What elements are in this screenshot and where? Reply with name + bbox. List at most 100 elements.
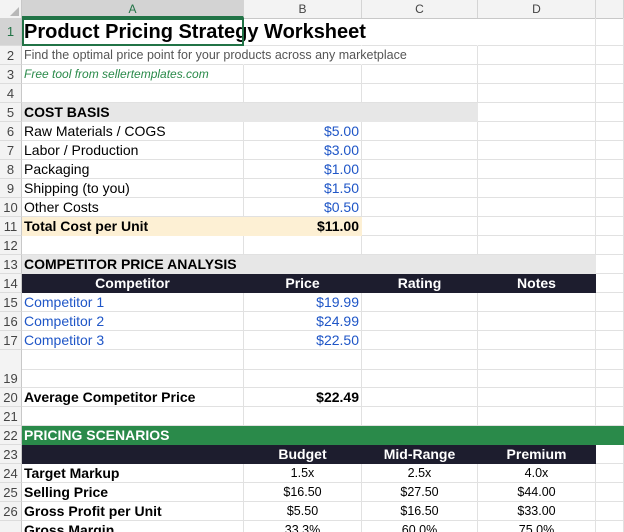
competitor-name[interactable]: Competitor 1 bbox=[22, 293, 244, 312]
cell[interactable] bbox=[362, 369, 478, 388]
row-number[interactable]: 8 bbox=[0, 160, 22, 179]
row-number[interactable]: 2 bbox=[0, 46, 22, 65]
cell[interactable] bbox=[244, 65, 362, 84]
notes-column-header[interactable]: Notes bbox=[478, 274, 596, 293]
cell[interactable] bbox=[478, 103, 596, 122]
competitor-rating[interactable] bbox=[362, 331, 478, 350]
average-competitor-label[interactable]: Average Competitor Price bbox=[22, 388, 244, 407]
cell[interactable] bbox=[596, 217, 624, 236]
cell[interactable] bbox=[478, 46, 596, 65]
cell[interactable] bbox=[244, 350, 362, 370]
price-column-header[interactable]: Price bbox=[244, 274, 362, 293]
cell[interactable] bbox=[596, 407, 624, 426]
scenario-row-label[interactable]: Gross Margin bbox=[22, 521, 244, 532]
cell[interactable] bbox=[596, 274, 624, 293]
cell[interactable] bbox=[362, 103, 478, 122]
cell[interactable] bbox=[596, 65, 624, 84]
sheet-subtitle[interactable]: Find the optimal price point for your pr… bbox=[22, 46, 407, 65]
row-number[interactable]: 23 bbox=[0, 445, 22, 464]
scenario-row-label[interactable]: Gross Profit per Unit bbox=[22, 502, 244, 521]
row-number[interactable]: 4 bbox=[0, 84, 22, 103]
row-number[interactable]: 21 bbox=[0, 407, 22, 426]
cell[interactable] bbox=[22, 350, 244, 370]
cell[interactable] bbox=[478, 18, 596, 46]
row-number[interactable]: 25 bbox=[0, 483, 22, 502]
cell[interactable] bbox=[596, 84, 624, 103]
row-number[interactable]: 12 bbox=[0, 236, 22, 255]
competitor-price[interactable]: $24.99 bbox=[244, 312, 362, 331]
cell[interactable] bbox=[362, 122, 478, 141]
cell[interactable] bbox=[596, 198, 624, 217]
premium-column-header[interactable]: Premium bbox=[478, 445, 596, 464]
column-header-a[interactable]: A bbox=[22, 0, 244, 18]
row-number[interactable]: 7 bbox=[0, 141, 22, 160]
cell[interactable] bbox=[478, 369, 596, 388]
cell[interactable] bbox=[244, 46, 362, 65]
row-number[interactable]: 13 bbox=[0, 255, 22, 274]
cell[interactable] bbox=[478, 84, 596, 103]
cost-item-label[interactable]: Packaging bbox=[22, 160, 244, 179]
cell[interactable] bbox=[478, 179, 596, 198]
competitor-rating[interactable] bbox=[362, 293, 478, 312]
row-number[interactable]: 5 bbox=[0, 103, 22, 122]
mid-range-column-header[interactable]: Mid-Range bbox=[362, 445, 478, 464]
cell[interactable] bbox=[596, 483, 624, 502]
cell[interactable] bbox=[22, 407, 244, 426]
row-number[interactable]: 15 bbox=[0, 293, 22, 312]
competitor-notes[interactable] bbox=[478, 312, 596, 331]
cell[interactable] bbox=[596, 331, 624, 350]
row-number[interactable]: 11 bbox=[0, 217, 22, 236]
cell[interactable] bbox=[362, 217, 478, 236]
cost-item-value[interactable]: $1.50 bbox=[244, 179, 362, 198]
cell[interactable] bbox=[22, 84, 244, 103]
competitor-name[interactable]: Competitor 2 bbox=[22, 312, 244, 331]
cell[interactable] bbox=[596, 160, 624, 179]
cell[interactable] bbox=[244, 103, 362, 122]
scenario-value-budget[interactable]: $5.50 bbox=[244, 502, 362, 521]
cost-item-value[interactable]: $3.00 bbox=[244, 141, 362, 160]
cell[interactable] bbox=[362, 141, 478, 160]
cell[interactable] bbox=[596, 179, 624, 198]
scenario-value-mid[interactable]: 2.5x bbox=[362, 464, 478, 483]
scenario-value-budget[interactable]: 33.3% bbox=[244, 521, 362, 532]
cell[interactable] bbox=[362, 198, 478, 217]
pricing-scenarios-header[interactable]: PRICING SCENARIOS bbox=[22, 426, 244, 445]
cell[interactable] bbox=[596, 122, 624, 141]
cell[interactable] bbox=[362, 18, 478, 46]
scenario-value-premium[interactable]: 4.0x bbox=[478, 464, 596, 483]
cell[interactable] bbox=[596, 141, 624, 160]
column-header-b[interactable]: B bbox=[244, 0, 362, 18]
competitor-column-header[interactable]: Competitor bbox=[22, 274, 244, 293]
cell[interactable] bbox=[596, 293, 624, 312]
cell[interactable] bbox=[478, 388, 596, 407]
cell[interactable] bbox=[478, 255, 596, 274]
cost-item-label[interactable]: Labor / Production bbox=[22, 141, 244, 160]
row-number[interactable]: 14 bbox=[0, 274, 22, 293]
cell[interactable] bbox=[244, 255, 362, 274]
column-header-d[interactable]: D bbox=[478, 0, 596, 18]
row-number[interactable]: 10 bbox=[0, 198, 22, 217]
row-number[interactable]: 22 bbox=[0, 426, 22, 445]
cell[interactable] bbox=[22, 236, 244, 255]
row-number[interactable]: 19 bbox=[0, 369, 22, 388]
row-number[interactable]: 6 bbox=[0, 122, 22, 141]
cell[interactable] bbox=[478, 141, 596, 160]
average-competitor-value[interactable]: $22.49 bbox=[244, 388, 362, 407]
competitor-header[interactable]: COMPETITOR PRICE ANALYSIS bbox=[22, 255, 244, 274]
competitor-notes[interactable] bbox=[478, 331, 596, 350]
cell[interactable] bbox=[244, 236, 362, 255]
scenario-value-mid[interactable]: $16.50 bbox=[362, 502, 478, 521]
cell[interactable] bbox=[362, 236, 478, 255]
sheet-title[interactable]: Product Pricing Strategy Worksheet bbox=[22, 18, 366, 46]
cell[interactable] bbox=[596, 369, 624, 388]
row-number[interactable]: 17 bbox=[0, 331, 22, 350]
row-number[interactable] bbox=[0, 521, 22, 532]
scenario-value-premium[interactable]: 75.0% bbox=[478, 521, 596, 532]
competitor-price[interactable]: $19.99 bbox=[244, 293, 362, 312]
row-number[interactable]: 24 bbox=[0, 464, 22, 483]
cell[interactable] bbox=[596, 445, 624, 464]
cell[interactable] bbox=[362, 350, 478, 370]
scenario-row-label[interactable]: Selling Price bbox=[22, 483, 244, 502]
select-all-corner[interactable] bbox=[0, 0, 22, 18]
row-number[interactable]: 20 bbox=[0, 388, 22, 407]
